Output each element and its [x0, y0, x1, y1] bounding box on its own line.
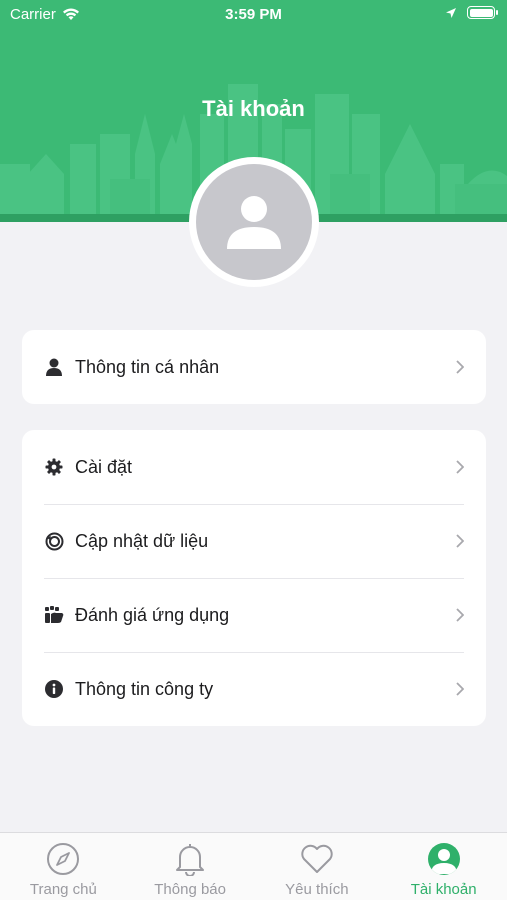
- tab-label: Trang chủ: [29, 881, 97, 898]
- gear-icon: [44, 457, 64, 477]
- menu-item-personal-info[interactable]: Thông tin cá nhân: [22, 330, 486, 404]
- menu-item-label: Cài đặt: [75, 456, 133, 477]
- menu-item-update-data[interactable]: Cập nhật dữ liệu: [22, 504, 486, 578]
- menu-item-label: Đánh giá ứng dụng: [75, 604, 230, 625]
- settings-card: Cài đặt Cập nhật dữ liệu Đánh giá ứng dụ…: [22, 430, 486, 726]
- avatar[interactable]: [196, 164, 312, 280]
- tab-home[interactable]: Trang chủ: [0, 833, 127, 900]
- menu-item-settings[interactable]: Cài đặt: [22, 430, 486, 504]
- chevron-right-icon: [454, 681, 466, 697]
- tab-favorites[interactable]: Yêu thích: [254, 833, 381, 900]
- status-bar: Carrier 3:59 PM: [0, 0, 507, 30]
- user-icon: [44, 357, 64, 377]
- avatar-frame[interactable]: [189, 157, 319, 287]
- menu-item-rate-app[interactable]: Đánh giá ứng dụng: [22, 578, 486, 652]
- tab-bar: Trang chủ Thông báo Yêu thích Tài khoản: [0, 832, 507, 900]
- menu-item-label: Thông tin công ty: [75, 678, 214, 699]
- status-right: [445, 6, 498, 19]
- battery-icon: [467, 6, 498, 19]
- location-arrow-icon: [446, 7, 456, 18]
- tab-notifications[interactable]: Thông báo: [127, 833, 254, 900]
- tab-label: Thông báo: [154, 881, 226, 898]
- info-icon: [44, 679, 64, 699]
- chevron-right-icon: [454, 459, 466, 475]
- default-user-icon: [227, 196, 281, 249]
- sync-icon: [44, 531, 64, 551]
- account-icon: [426, 841, 462, 877]
- heart-icon: [299, 841, 335, 877]
- rate-icon: [44, 605, 64, 625]
- tab-label: Yêu thích: [285, 881, 349, 898]
- bell-icon: [172, 841, 208, 877]
- tab-account[interactable]: Tài khoản: [380, 833, 507, 900]
- compass-icon: [45, 841, 81, 877]
- chevron-right-icon: [454, 533, 466, 549]
- chevron-right-icon: [454, 359, 466, 375]
- menu-item-label: Thông tin cá nhân: [75, 356, 220, 377]
- menu-item-company-info[interactable]: Thông tin công ty: [22, 652, 486, 726]
- tab-label: Tài khoản: [410, 881, 477, 898]
- profile-card: Thông tin cá nhân: [22, 330, 486, 404]
- chevron-right-icon: [454, 607, 466, 623]
- page-title: Tài khoản: [202, 96, 305, 121]
- menu-item-label: Cập nhật dữ liệu: [75, 530, 209, 551]
- clock: 3:59 PM: [225, 6, 282, 23]
